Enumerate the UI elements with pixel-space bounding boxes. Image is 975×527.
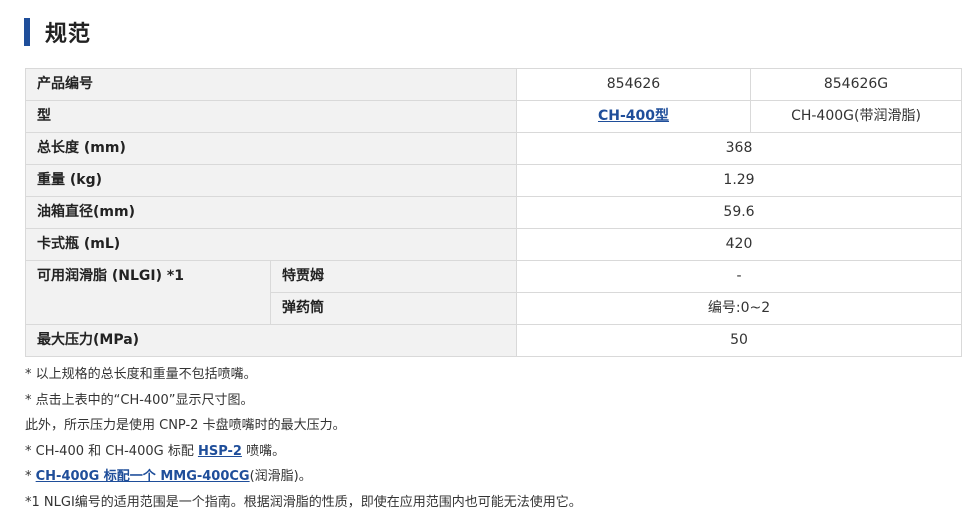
- value-weight: 1.29: [516, 164, 962, 197]
- table-row-weight: 重量 (kg) 1.29: [25, 164, 962, 197]
- table-row-cartridge: 卡式瓶 (mL) 420: [25, 228, 962, 261]
- heading-accent-bar: [24, 18, 30, 46]
- note-2: * 点击上表中的“CH-400”显示尺寸图。: [25, 392, 254, 408]
- label-grease-sub2: 弹药筒: [270, 292, 517, 325]
- section-title: 规范: [45, 22, 92, 47]
- footnotes: * 以上规格的总长度和重量不包括喷嘴。 * 点击上表中的“CH-400”显示尺寸…: [25, 362, 965, 515]
- value-max-pressure: 50: [516, 324, 962, 357]
- value-product-no-2: 854626G: [750, 68, 962, 101]
- note-1: * 以上规格的总长度和重量不包括喷嘴。: [25, 367, 257, 382]
- note-5-suffix: (润滑脂)。: [249, 469, 312, 484]
- note-4-prefix: * CH-400 和 CH-400G 标配: [25, 443, 198, 459]
- value-tank-diameter: 59.6: [516, 196, 962, 229]
- note-4: * CH-400 和 CH-400G 标配 HSP-2 喷嘴。: [25, 439, 965, 465]
- label-cartridge: 卡式瓶 (mL): [25, 228, 517, 261]
- value-model-2: CH-400G(带润滑脂): [750, 100, 962, 133]
- label-product-no: 产品编号: [25, 68, 517, 101]
- mmg400cg-link[interactable]: CH-400G 标配一个 MMG-400CG: [36, 469, 250, 484]
- table-row-length: 总长度 (mm) 368: [25, 132, 962, 165]
- label-length: 总长度 (mm): [25, 132, 517, 165]
- note-6: *1 NLGI编号的适用范围是一个指南。根据润滑脂的性质，即使在应用范围内也可能…: [25, 494, 582, 510]
- note-3: 此外，所示压力是使用 CNP-2 卡盘喷嘴时的最大压力。: [25, 418, 346, 433]
- value-length: 368: [516, 132, 962, 165]
- value-model-1: CH-400型: [516, 100, 751, 133]
- table-row-product-no: 产品编号 854626 854626G: [25, 68, 962, 101]
- label-model: 型: [25, 100, 517, 133]
- section-heading: 规范: [24, 17, 91, 47]
- label-grease: 可用润滑脂 (NLGI) *1: [25, 260, 271, 325]
- label-weight: 重量 (kg): [25, 164, 517, 197]
- value-product-no-1: 854626: [516, 68, 751, 101]
- table-row-tank-diameter: 油箱直径(mm) 59.6: [25, 196, 962, 229]
- hsp2-link[interactable]: HSP-2: [198, 444, 242, 459]
- spec-table: 产品编号 854626 854626G 型 CH-400型 CH-400G(带润…: [25, 68, 962, 357]
- value-grease-sub1: -: [516, 260, 962, 293]
- table-row-model: 型 CH-400型 CH-400G(带润滑脂): [25, 100, 962, 133]
- table-row-max-pressure: 最大压力(MPa) 50: [25, 324, 962, 357]
- label-tank-diameter: 油箱直径(mm): [25, 196, 517, 229]
- label-max-pressure: 最大压力(MPa): [25, 324, 517, 357]
- table-row-grease-1: 可用润滑脂 (NLGI) *1 特贾姆 -: [25, 260, 962, 325]
- ch400-link[interactable]: CH-400型: [598, 108, 669, 124]
- note-5-prefix: *: [25, 469, 36, 484]
- note-4-suffix: 喷嘴。: [241, 443, 286, 459]
- label-grease-sub1: 特贾姆: [270, 260, 517, 293]
- value-grease-sub2: 编号:0~2: [516, 292, 962, 325]
- value-cartridge: 420: [516, 228, 962, 261]
- note-5: * CH-400G 标配一个 MMG-400CG(润滑脂)。: [25, 464, 965, 490]
